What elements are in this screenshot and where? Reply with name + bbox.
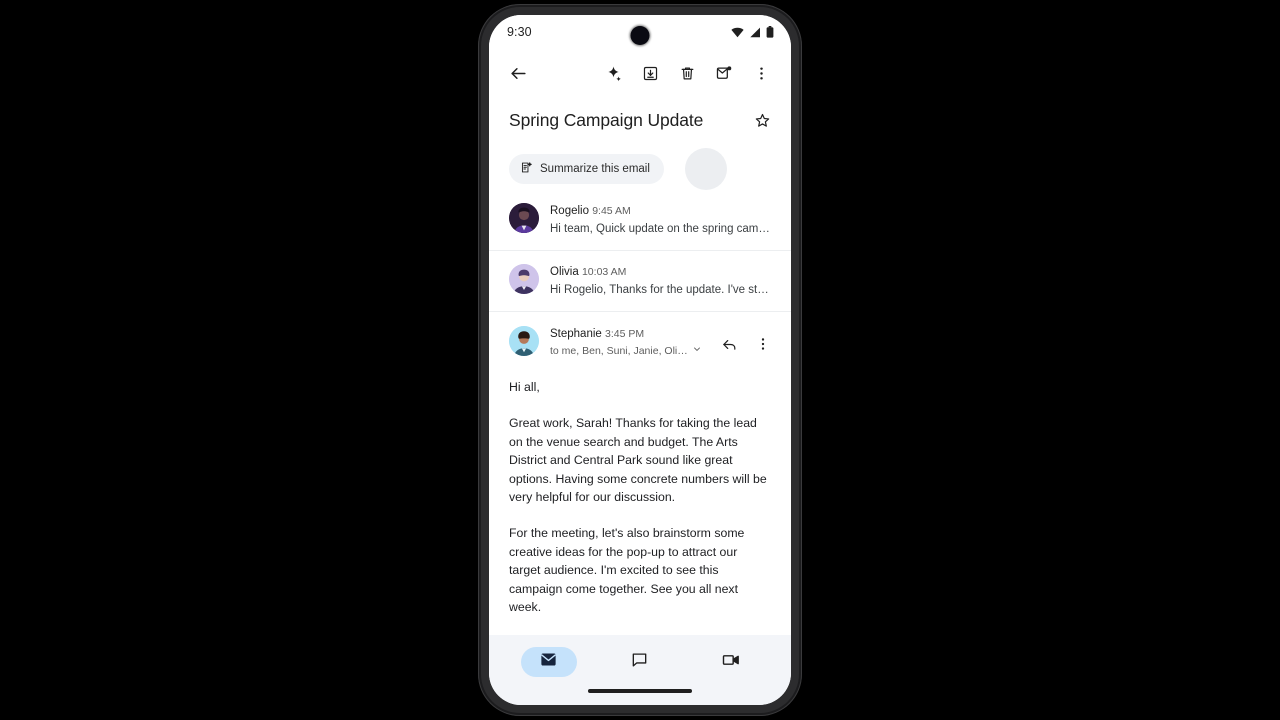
expanded-message: Stephanie 3:45 PM to me, Ben, Suni, Jani… [489, 312, 791, 635]
toolbar-actions [597, 57, 777, 89]
phone-screen: 9:30 Spring Campaign Update Summarize th… [489, 15, 791, 705]
message-time: 9:45 AM [592, 205, 631, 217]
message-preview: Olivia 10:03 AM Hi Rogelio, Thanks for t… [550, 264, 773, 299]
message-paragraph: Great work, Sarah! Thanks for taking the… [509, 416, 767, 505]
nav-mail[interactable] [520, 647, 577, 677]
battery-icon [766, 26, 774, 38]
screenshot-stage: 9:30 Spring Campaign Update Summarize th… [0, 0, 1280, 720]
mark-unread-icon[interactable] [708, 57, 740, 89]
recipients-row[interactable]: to me, Ben, Suni, Janie, Olivia, Rogelio… [550, 344, 702, 359]
email-scroll-area[interactable]: Spring Campaign Update Summarize this em… [489, 97, 791, 635]
sender-name: Rogelio [550, 205, 589, 217]
recipients-label: to me, Ben, Suni, Janie, Olivia, Rogelio… [550, 345, 688, 357]
message-header: Stephanie 3:45 PM [550, 327, 702, 342]
star-icon[interactable] [747, 105, 777, 135]
subject-row: Spring Campaign Update [489, 97, 791, 135]
status-bar-icons [731, 26, 774, 38]
expanded-message-meta: Stephanie 3:45 PM to me, Ben, Suni, Jani… [550, 326, 702, 359]
message-paragraph: For the meeting, let's also brainstorm s… [509, 526, 745, 615]
mail-icon [539, 650, 558, 674]
nav-chat[interactable] [612, 647, 668, 677]
trash-icon[interactable] [671, 57, 703, 89]
back-button[interactable] [502, 57, 534, 89]
list-item[interactable]: Olivia 10:03 AM Hi Rogelio, Thanks for t… [489, 251, 791, 312]
reply-arrow-icon[interactable] [713, 328, 745, 360]
nav-meet[interactable] [703, 647, 759, 677]
message-header: Rogelio 9:45 AM [550, 204, 773, 219]
wifi-icon [731, 27, 744, 38]
cellular-signal-icon [749, 27, 761, 38]
message-time: 3:45 PM [605, 328, 645, 340]
page-title: Spring Campaign Update [509, 110, 704, 130]
sender-name: Stephanie [550, 328, 602, 340]
message-header: Olivia 10:03 AM [550, 265, 773, 280]
message-thread: Rogelio 9:45 AM Hi team, Quick update on… [489, 190, 791, 635]
summarize-email-chip[interactable]: Summarize this email [509, 154, 664, 184]
avatar [509, 326, 539, 356]
smart-chips-row: Summarize this email [489, 135, 791, 190]
archive-icon[interactable] [634, 57, 666, 89]
message-paragraph: Hi all, [509, 380, 540, 394]
message-action-bar: Reply Reply all [489, 616, 791, 635]
chip-placeholder[interactable] [684, 148, 727, 190]
more-vert-icon[interactable] [747, 328, 779, 360]
list-item[interactable]: Rogelio 9:45 AM Hi team, Quick update on… [489, 190, 791, 251]
expanded-message-header: Stephanie 3:45 PM to me, Ben, Suni, Jani… [489, 312, 791, 366]
avatar [509, 264, 539, 294]
expanded-message-actions [713, 328, 779, 360]
message-time: 10:03 AM [581, 266, 627, 278]
more-vert-icon[interactable] [745, 57, 777, 89]
sparkle-ai-icon[interactable] [597, 57, 629, 89]
status-bar-time: 9:30 [507, 25, 532, 39]
home-indicator[interactable] [588, 689, 692, 693]
sender-name: Olivia [550, 266, 579, 278]
summary-doc-icon [520, 161, 533, 177]
message-snippet: Hi Rogelio, Thanks for the update. I've … [550, 284, 773, 296]
front-camera-icon [630, 26, 650, 45]
bottom-navigation-bar [489, 635, 791, 689]
chevron-down-icon [692, 344, 702, 359]
message-snippet: Hi team, Quick update on the spring camp… [550, 223, 773, 235]
video-camera-icon [721, 650, 741, 675]
chat-bubble-icon [630, 650, 649, 674]
home-indicator-area [489, 689, 791, 705]
phone-device-frame: 9:30 Spring Campaign Update Summarize th… [478, 4, 802, 716]
message-body: Hi all, Great work, Sarah! Thanks for ta… [489, 366, 791, 616]
app-toolbar [489, 49, 791, 97]
avatar [509, 203, 539, 233]
summarize-chip-label: Summarize this email [540, 163, 650, 175]
message-preview: Rogelio 9:45 AM Hi team, Quick update on… [550, 203, 773, 238]
